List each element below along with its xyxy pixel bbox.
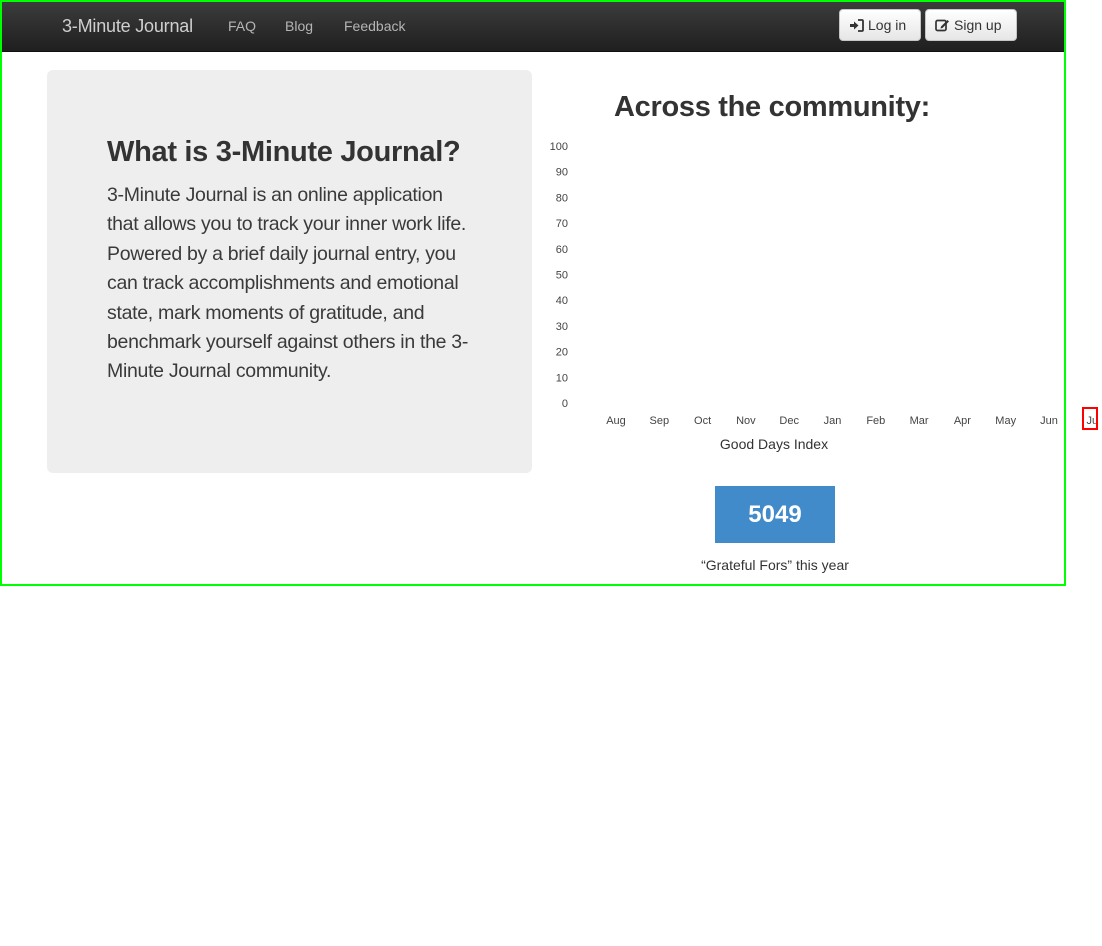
x-axis-label: Good Days Index	[720, 436, 828, 452]
y-tick-label: 80	[556, 192, 568, 204]
grateful-fors-count: 5049	[715, 486, 835, 543]
x-tick-label: Aug	[606, 415, 626, 427]
x-tick-label: Dec	[779, 415, 799, 427]
x-tick-label: Oct	[694, 415, 711, 427]
grateful-fors-label: “Grateful Fors” this year	[701, 557, 849, 573]
x-tick-label: Apr	[954, 415, 971, 427]
y-tick-label: 40	[556, 295, 568, 307]
good-days-chart: 0 10 20 30 40 50 60 70 80 90 100 Aug Sep Oct Nov Dec Jan…	[550, 141, 1098, 452]
y-tick-label: 60	[556, 244, 568, 256]
highlight-box	[1082, 407, 1098, 430]
y-tick-label: 30	[556, 321, 568, 333]
x-tick-label: May	[995, 415, 1016, 427]
y-tick-label: 20	[556, 347, 568, 359]
x-tick-label: Feb	[866, 415, 885, 427]
y-tick-label: 100	[550, 141, 568, 153]
y-tick-label: 0	[562, 398, 568, 410]
y-tick-label: 70	[556, 218, 568, 230]
x-tick-label: Mar	[910, 415, 929, 427]
y-tick-label: 90	[556, 167, 568, 179]
x-tick-label: Jan	[824, 415, 842, 427]
x-tick-label: Jun	[1040, 415, 1058, 427]
y-tick-label: 50	[556, 270, 568, 282]
x-tick-label: Nov	[736, 415, 756, 427]
x-tick-label: Sep	[650, 415, 670, 427]
y-tick-label: 10	[556, 372, 568, 384]
